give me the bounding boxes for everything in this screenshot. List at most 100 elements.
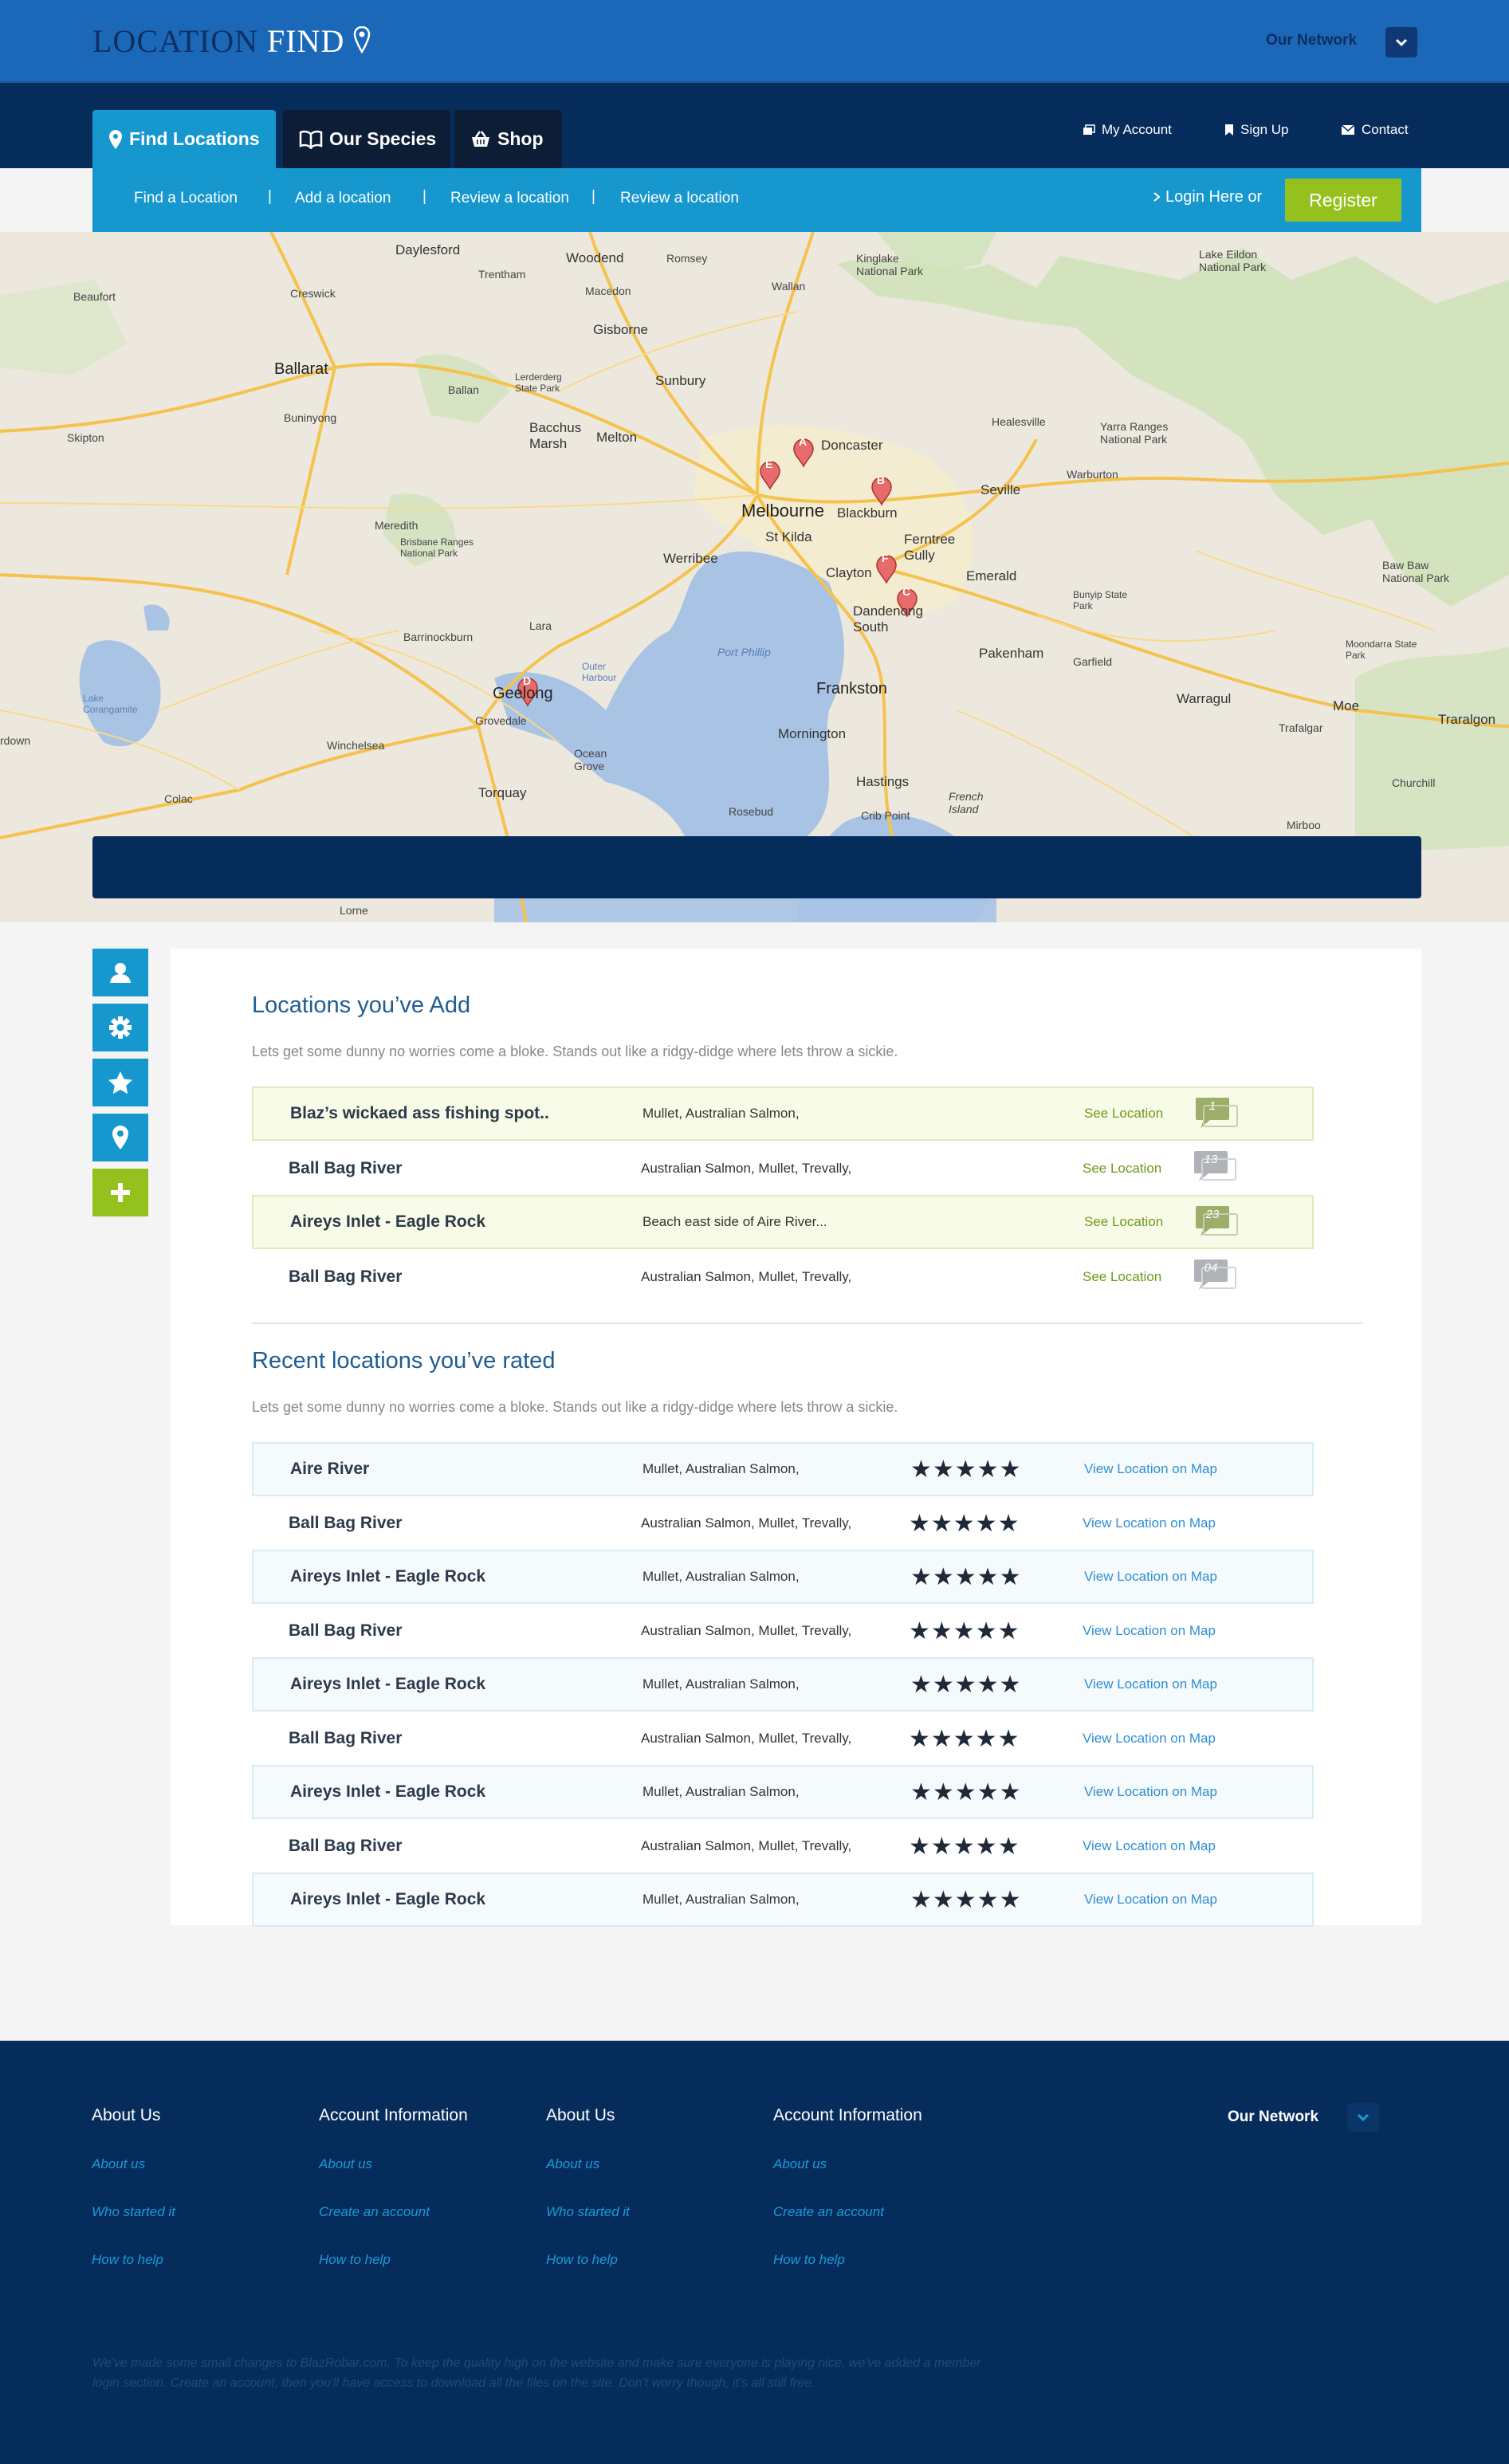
location-icon	[112, 1126, 128, 1149]
table-row[interactable]: Aireys Inlet - Eagle Rock Mullet, Austra…	[252, 1765, 1314, 1819]
map-label: Kinglake National Park	[856, 252, 924, 277]
view-on-map-link[interactable]: View Location on Map	[1083, 1623, 1216, 1639]
location-species: Mullet, Australian Salmon,	[643, 1784, 800, 1799]
footer-link[interactable]: About us	[546, 2156, 599, 2172]
add-button[interactable]	[92, 1169, 148, 1216]
contact-link[interactable]: Contact	[1341, 122, 1409, 138]
footer-link[interactable]: About us	[773, 2156, 827, 2172]
tab-our-species[interactable]: Our Species	[283, 110, 450, 168]
footer-link[interactable]: Create an account	[773, 2204, 884, 2220]
locations-button[interactable]	[92, 1114, 148, 1161]
marker-b[interactable]: B	[877, 474, 885, 486]
footer-link[interactable]: Who started it	[92, 2204, 175, 2220]
profile-button[interactable]	[92, 949, 148, 996]
location-name: Ball Bag River	[289, 1729, 403, 1747]
footer-link[interactable]: How to help	[773, 2252, 845, 2268]
list-item[interactable]: Ball Bag River Australian Salmon, Mullet…	[252, 1250, 1314, 1304]
settings-button[interactable]	[92, 1004, 148, 1051]
map-label: Frankston	[816, 680, 887, 698]
table-row[interactable]: Ball Bag River Australian Salmon, Mullet…	[252, 1711, 1314, 1766]
footer-network-dropdown[interactable]	[1347, 2103, 1379, 2132]
footer-link[interactable]: About us	[92, 2156, 145, 2172]
map-canvas	[0, 232, 1509, 922]
map-label: Daylesford	[395, 242, 461, 257]
view-on-map-link[interactable]: View Location on Map	[1083, 1731, 1216, 1747]
map-label: Port Phillip	[717, 646, 771, 658]
network-dropdown-button[interactable]	[1385, 27, 1417, 57]
see-location-link[interactable]: See Location	[1083, 1269, 1161, 1285]
map-label: Clayton	[826, 565, 872, 580]
map-label: Lake Eildon National Park	[1199, 248, 1267, 273]
location-name: Aireys Inlet - Eagle Rock	[290, 1212, 486, 1231]
map-label: Churchill	[1392, 776, 1436, 789]
view-on-map-link[interactable]: View Location on Map	[1084, 1784, 1217, 1800]
comments-bubble[interactable]: 13	[1194, 1151, 1236, 1185]
footer-col-title: About Us	[92, 2106, 161, 2124]
marker-f[interactable]: F	[882, 552, 889, 564]
footer-link[interactable]: About us	[319, 2156, 372, 2172]
view-on-map-link[interactable]: View Location on Map	[1083, 1838, 1216, 1854]
location-species: Australian Salmon, Mullet, Trevally,	[641, 1269, 852, 1284]
contact-label: Contact	[1362, 122, 1409, 137]
view-on-map-link[interactable]: View Location on Map	[1084, 1461, 1217, 1477]
table-row[interactable]: Aireys Inlet - Eagle Rock Mullet, Austra…	[252, 1873, 1314, 1927]
comments-bubble[interactable]: 1	[1196, 1098, 1238, 1131]
map-label: Sunbury	[655, 373, 706, 388]
footer-link[interactable]: How to help	[546, 2252, 618, 2268]
network-label: Our Network	[1266, 32, 1358, 49]
table-row[interactable]: Ball Bag River Australian Salmon, Mullet…	[252, 1819, 1314, 1873]
footer-link[interactable]: How to help	[92, 2252, 163, 2268]
comments-bubble[interactable]: 04	[1194, 1260, 1236, 1293]
tab-shop[interactable]: Shop	[454, 110, 562, 168]
see-location-link[interactable]: See Location	[1084, 1106, 1163, 1122]
favourites-button[interactable]	[92, 1059, 148, 1106]
subnav-review-location-2[interactable]: Review a location	[620, 190, 739, 207]
see-location-link[interactable]: See Location	[1084, 1214, 1163, 1230]
marker-e[interactable]: E	[765, 458, 772, 470]
table-row[interactable]: Aire River Mullet, Australian Salmon, ★★…	[252, 1442, 1314, 1496]
register-button[interactable]: Register	[1285, 179, 1401, 222]
footer-link[interactable]: Create an account	[319, 2204, 430, 2220]
subnav-find-location[interactable]: Find a Location	[134, 190, 238, 207]
location-name: Ball Bag River	[289, 1514, 403, 1532]
location-species: Mullet, Australian Salmon,	[643, 1569, 800, 1584]
tab-find-locations[interactable]: Find Locations	[92, 110, 276, 168]
table-row[interactable]: Ball Bag River Australian Salmon, Mullet…	[252, 1604, 1314, 1658]
marker-c[interactable]: C	[902, 585, 910, 598]
table-row[interactable]: Aireys Inlet - Eagle Rock Mullet, Austra…	[252, 1550, 1314, 1604]
see-location-link[interactable]: See Location	[1083, 1161, 1161, 1177]
view-on-map-link[interactable]: View Location on Map	[1083, 1515, 1216, 1531]
mail-icon	[1341, 124, 1355, 135]
map-label: Dandenong South	[853, 603, 923, 635]
map-label: Werribee	[663, 551, 718, 566]
subnav-review-location[interactable]: Review a location	[450, 190, 569, 207]
table-row[interactable]: Ball Bag River Australian Salmon, Mullet…	[252, 1496, 1314, 1550]
comment-count: 1	[1208, 1099, 1216, 1113]
list-item[interactable]: Ball Bag River Australian Salmon, Mullet…	[252, 1142, 1314, 1196]
footer-link[interactable]: Who started it	[546, 2204, 630, 2220]
my-account-link[interactable]: My Account	[1083, 122, 1172, 138]
site-logo[interactable]: LOCATION FIND	[92, 22, 371, 60]
map-label: Hastings	[856, 774, 910, 789]
login-link[interactable]: Login Here or	[1153, 188, 1262, 206]
view-on-map-link[interactable]: View Location on Map	[1084, 1892, 1217, 1908]
comments-bubble[interactable]: 23	[1196, 1206, 1238, 1240]
view-on-map-link[interactable]: View Location on Map	[1084, 1676, 1217, 1692]
bookmark-icon	[1225, 124, 1233, 136]
map-view[interactable]: A B C D E F Daylesford Woodend Romsey Ki…	[0, 232, 1509, 922]
map-label: Doncaster	[821, 438, 883, 453]
table-row[interactable]: Aireys Inlet - Eagle Rock Mullet, Austra…	[252, 1657, 1314, 1711]
view-on-map-link[interactable]: View Location on Map	[1084, 1569, 1217, 1585]
list-item[interactable]: Blaz’s wickaed ass fishing spot.. Mullet…	[252, 1087, 1314, 1141]
location-species: Mullet, Australian Salmon,	[643, 1892, 800, 1907]
subnav-separator: |	[268, 188, 272, 205]
map-label: Grovedale	[475, 714, 527, 727]
map-label: Rosebud	[729, 805, 774, 818]
marker-a[interactable]: A	[799, 435, 807, 448]
subnav-add-location[interactable]: Add a location	[295, 190, 391, 207]
account-icon	[1083, 124, 1095, 135]
map-search-bar[interactable]	[92, 836, 1421, 898]
sign-up-link[interactable]: Sign Up	[1224, 122, 1288, 138]
footer-link[interactable]: How to help	[319, 2252, 391, 2268]
list-item[interactable]: Aireys Inlet - Eagle Rock Beach east sid…	[252, 1195, 1314, 1249]
